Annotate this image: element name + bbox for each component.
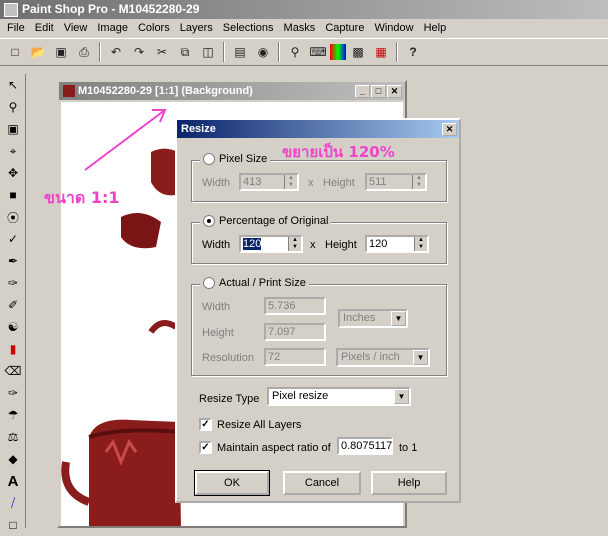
dialog-close-icon[interactable]: ✕ <box>442 122 457 136</box>
pixel-size-label: Pixel Size <box>219 153 268 165</box>
percentage-label: Percentage of Original <box>219 215 329 227</box>
ok-button[interactable]: OK <box>194 470 270 496</box>
pixel-height-input: 511 ▲ ▼ <box>365 173 427 191</box>
maintain-aspect-checkbox[interactable]: ✓ <box>199 441 212 454</box>
spin-arrows-icon: ▲ ▼ <box>412 175 425 189</box>
pixel-x-label: x <box>308 177 314 189</box>
percent-height-label: Height <box>325 239 357 251</box>
aspect-to-label: to 1 <box>399 442 418 454</box>
help-button[interactable]: Help <box>371 471 447 495</box>
chevron-down-icon: ▼ <box>413 350 428 365</box>
annotation-scale-120: ขยายเป็น 120% <box>282 143 395 161</box>
actual-size-group: Actual / Print Size Width 5.736 Inches ▼ … <box>191 277 447 376</box>
pixel-width-input: 413 ▲ ▼ <box>239 173 299 191</box>
percent-width-input[interactable]: 120 ▲ ▼ <box>239 235 303 253</box>
resolution-field: 72 <box>264 348 326 366</box>
maintain-aspect-label: Maintain aspect ratio of <box>217 442 331 454</box>
actual-height-field: 7.097 <box>264 323 326 341</box>
resize-type-label: Resize Type <box>199 393 260 405</box>
pixel-size-radio[interactable] <box>203 153 215 165</box>
actual-size-option[interactable]: Actual / Print Size <box>200 277 309 289</box>
resolution-label: Resolution <box>202 352 254 364</box>
annotation-size-1-1: ขนาด 1:1 <box>44 188 120 207</box>
cancel-button[interactable]: Cancel <box>283 471 361 495</box>
percentage-option[interactable]: Percentage of Original <box>200 215 332 227</box>
pixel-height-label: Height <box>323 177 355 189</box>
pixel-width-label: Width <box>202 177 231 189</box>
percent-width-label: Width <box>202 239 231 251</box>
actual-width-field: 5.736 <box>264 297 326 315</box>
pixel-size-option[interactable]: Pixel Size <box>200 153 271 165</box>
resize-dialog[interactable]: Resize ✕ Pixel Size Width 413 ▲ ▼ x Height… <box>175 118 461 503</box>
spin-arrows-icon[interactable]: ▲ ▼ <box>414 237 427 251</box>
percentage-radio[interactable] <box>203 215 215 227</box>
percent-x-label: x <box>310 239 316 251</box>
actual-height-label: Height <box>202 327 234 339</box>
chevron-down-icon[interactable]: ▼ <box>394 389 409 404</box>
resize-dialog-title: Resize <box>181 123 216 135</box>
resize-dialog-titlebar: Resize ✕ <box>177 120 459 138</box>
resize-all-layers-label: Resize All Layers <box>217 419 302 431</box>
resize-type-select[interactable]: Pixel resize ▼ <box>267 387 411 406</box>
actual-size-radio[interactable] <box>203 277 215 289</box>
actual-size-label: Actual / Print Size <box>219 277 306 289</box>
percent-height-input[interactable]: 120 ▲ ▼ <box>365 235 429 253</box>
resize-all-layers-checkbox[interactable]: ✓ <box>199 418 212 431</box>
spin-arrows-icon[interactable]: ▲ ▼ <box>288 237 301 251</box>
units-select: Inches ▼ <box>338 309 408 328</box>
pixel-size-group: Pixel Size Width 413 ▲ ▼ x Height 511 ▲ ▼ <box>191 153 447 202</box>
arrow-left <box>84 109 166 171</box>
aspect-ratio-input[interactable]: 0.8075117 <box>337 437 393 455</box>
spin-arrows-icon: ▲ ▼ <box>284 175 297 189</box>
resolution-units-select: Pixels / inch ▼ <box>336 348 430 367</box>
actual-width-label: Width <box>202 301 231 313</box>
chevron-down-icon: ▼ <box>391 311 406 326</box>
percentage-group: Percentage of Original Width 120 ▲ ▼ x Hei… <box>191 215 447 264</box>
